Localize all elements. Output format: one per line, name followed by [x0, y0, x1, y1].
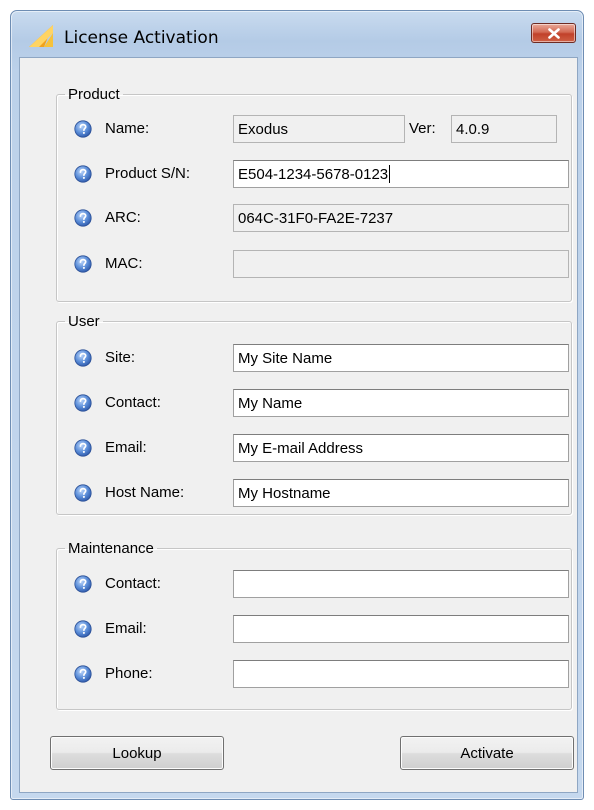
- site-label: Site:: [105, 349, 136, 366]
- close-button[interactable]: [531, 23, 576, 43]
- maintenance-email-label: Email:: [105, 620, 147, 637]
- version-field[interactable]: [451, 115, 557, 143]
- user-site-row: Site:: [57, 340, 571, 376]
- product-name-row: Name: Ver:: [57, 111, 571, 147]
- user-email-input[interactable]: [233, 434, 569, 462]
- product-sn-input[interactable]: E504-1234-5678-0123: [233, 160, 569, 188]
- phone-label: Phone:: [105, 665, 153, 682]
- help-question-icon[interactable]: [74, 665, 92, 683]
- user-contact-label: Contact:: [105, 394, 161, 411]
- user-contact-row: Contact:: [57, 385, 571, 421]
- license-activation-window: License Activation Product Name: Ver: Pr…: [10, 10, 584, 800]
- arc-field[interactable]: [233, 204, 569, 232]
- help-question-icon[interactable]: [74, 439, 92, 457]
- product-group: Product Name: Ver: Product S/N: E504-123…: [56, 86, 572, 302]
- user-group: User Site: Contact: Email: Host Name:: [56, 313, 572, 515]
- title-bar[interactable]: License Activation: [11, 11, 583, 57]
- user-email-row: Email:: [57, 430, 571, 466]
- host-name-input[interactable]: [233, 479, 569, 507]
- site-input[interactable]: [233, 344, 569, 372]
- help-question-icon[interactable]: [74, 165, 92, 183]
- maintenance-phone-row: Phone:: [57, 656, 571, 692]
- user-contact-input[interactable]: [233, 389, 569, 417]
- host-name-label: Host Name:: [105, 484, 185, 501]
- product-sn-label: Product S/N:: [105, 165, 191, 182]
- maintenance-contact-row: Contact:: [57, 566, 571, 602]
- phone-input[interactable]: [233, 660, 569, 688]
- help-question-icon[interactable]: [74, 575, 92, 593]
- mac-field[interactable]: [233, 250, 569, 278]
- maintenance-group-legend: Maintenance: [68, 540, 154, 557]
- arc-label: ARC:: [105, 209, 141, 226]
- window-title: License Activation: [64, 28, 219, 48]
- maintenance-email-row: Email:: [57, 611, 571, 647]
- help-question-icon[interactable]: [74, 209, 92, 227]
- product-sn-value: E504-1234-5678-0123: [238, 165, 389, 183]
- product-name-field[interactable]: [233, 115, 405, 143]
- help-question-icon[interactable]: [74, 484, 92, 502]
- maintenance-group: Maintenance Contact: Email: Phone:: [56, 540, 572, 710]
- help-question-icon[interactable]: [74, 255, 92, 273]
- version-label: Ver:: [409, 120, 436, 137]
- license-logo-icon: [29, 25, 53, 47]
- product-group-legend: Product: [68, 86, 120, 103]
- lookup-button[interactable]: Lookup: [50, 736, 224, 770]
- mac-row: MAC:: [57, 246, 571, 282]
- help-question-icon[interactable]: [74, 394, 92, 412]
- user-group-legend: User: [68, 313, 100, 330]
- help-question-icon[interactable]: [74, 120, 92, 138]
- maintenance-contact-input[interactable]: [233, 570, 569, 598]
- mac-label: MAC:: [105, 255, 143, 272]
- product-sn-row: Product S/N: E504-1234-5678-0123: [57, 156, 571, 192]
- name-label: Name:: [105, 120, 150, 137]
- arc-row: ARC:: [57, 200, 571, 236]
- activate-button[interactable]: Activate: [400, 736, 574, 770]
- close-icon: [547, 27, 560, 39]
- help-question-icon[interactable]: [74, 620, 92, 638]
- dialog-client-area: Product Name: Ver: Product S/N: E504-123…: [19, 57, 578, 793]
- maintenance-email-input[interactable]: [233, 615, 569, 643]
- text-caret: [389, 165, 391, 183]
- user-email-label: Email:: [105, 439, 147, 456]
- maintenance-contact-label: Contact:: [105, 575, 161, 592]
- help-question-icon[interactable]: [74, 349, 92, 367]
- user-host-row: Host Name:: [57, 475, 571, 511]
